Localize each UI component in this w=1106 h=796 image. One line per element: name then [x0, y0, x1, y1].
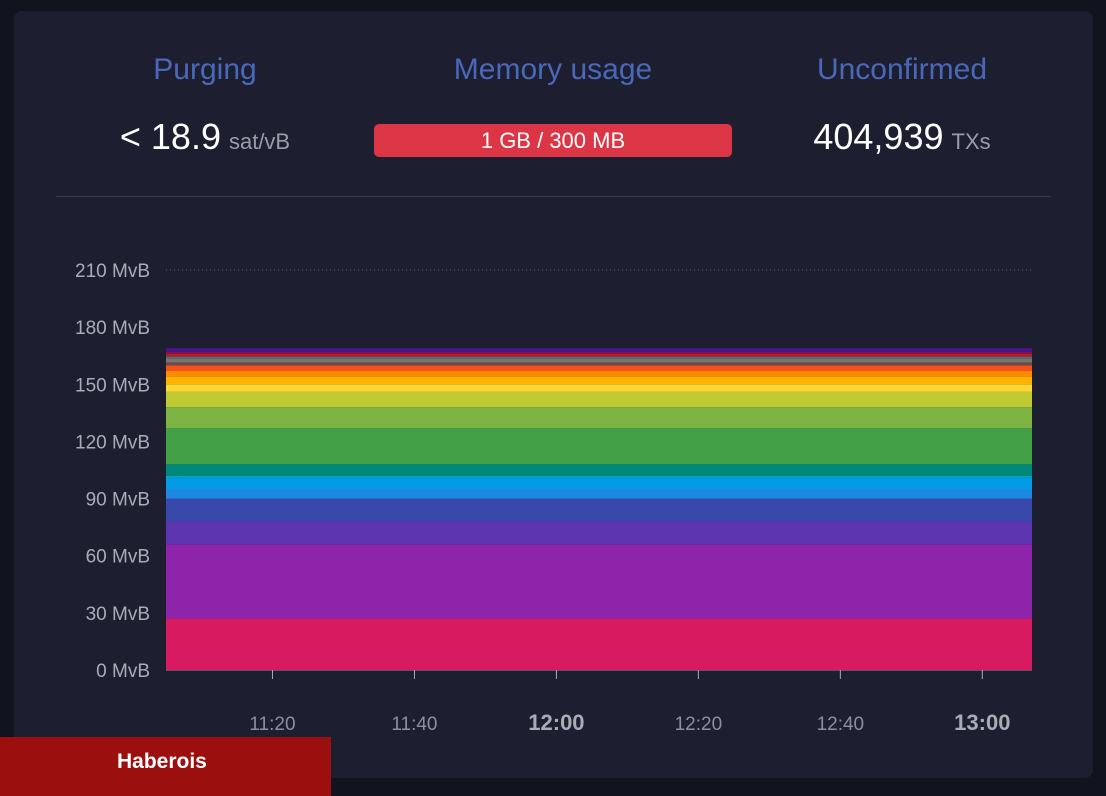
- y-tick-label: 120 MvB: [75, 432, 150, 453]
- series-area-5: [166, 477, 1032, 490]
- series-area-11: [166, 384, 1032, 392]
- series-area-12: [166, 376, 1032, 385]
- mempool-chart: 0 MvB 30 MvB 60 MvB 90 MvB 120 MvB 150 MvB 180…: [75, 261, 1032, 735]
- series-area-8: [166, 428, 1032, 465]
- series-area-18: [166, 353, 1032, 357]
- y-tick-label: 150 MvB: [75, 375, 150, 396]
- series-area-6: [166, 475, 1032, 478]
- series-area-3: [166, 498, 1032, 522]
- series-area-20: [166, 348, 1032, 352]
- series-area-17: [166, 356, 1032, 359]
- y-tick-label: 90 MvB: [86, 490, 150, 511]
- x-tick-label: 11:40: [391, 714, 437, 735]
- y-tick-label: 30 MvB: [86, 604, 150, 625]
- series-area-14: [166, 365, 1032, 371]
- y-tick-label: 0 MvB: [96, 661, 150, 682]
- series-area-9: [166, 407, 1032, 429]
- y-tick-label: 60 MvB: [86, 547, 150, 568]
- haberois-banner[interactable]: Haberois: [0, 737, 331, 796]
- series-area-16: [166, 358, 1032, 363]
- series-area-7: [166, 464, 1032, 476]
- series-area-13: [166, 370, 1032, 377]
- series-area-0: [166, 618, 1032, 670]
- series-area-1: [166, 544, 1032, 619]
- series-area-19: [166, 351, 1032, 354]
- x-tick-label: 11:20: [249, 714, 295, 735]
- series-area-2: [166, 521, 1032, 545]
- series-area-10: [166, 391, 1032, 408]
- x-tick-label: 12:00: [528, 710, 584, 735]
- x-tick-label: 13:00: [954, 710, 1010, 735]
- x-tick-label: 12:20: [675, 714, 723, 735]
- series-area-15: [166, 362, 1032, 366]
- series-area-4: [166, 489, 1032, 499]
- y-tick-label: 180 MvB: [75, 318, 150, 339]
- y-tick-label: 210 MvB: [75, 261, 150, 282]
- x-tick-label: 12:40: [817, 714, 865, 735]
